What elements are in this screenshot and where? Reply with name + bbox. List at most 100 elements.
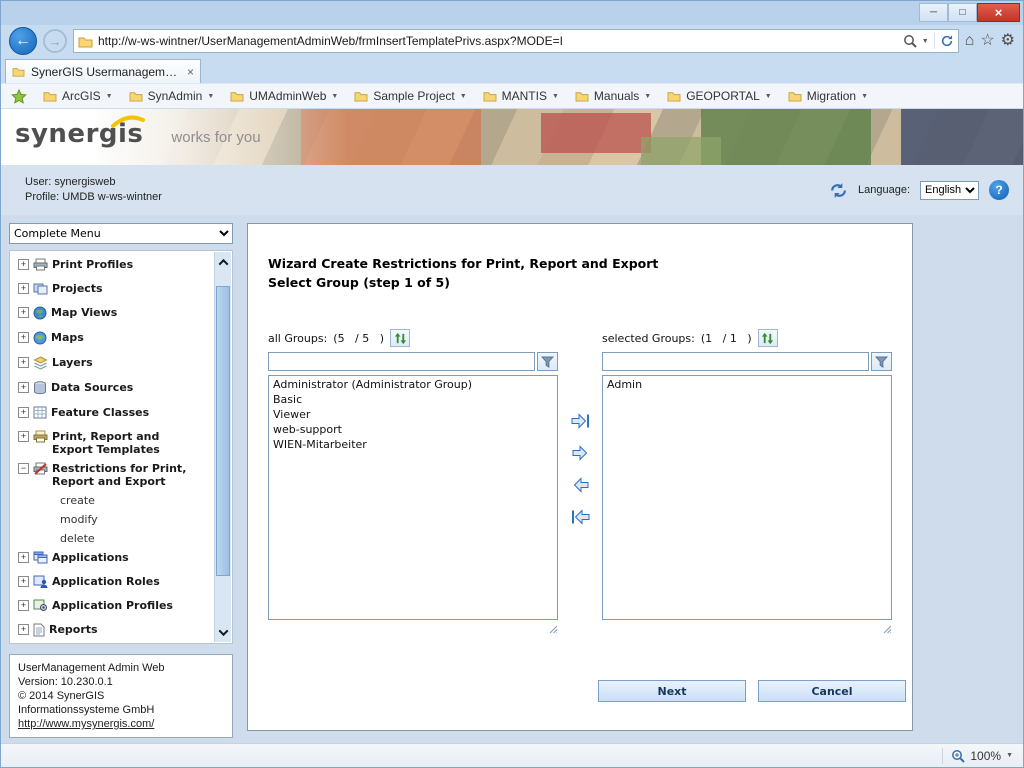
expand-icon[interactable]: + <box>18 576 29 587</box>
expand-icon[interactable]: + <box>18 600 29 611</box>
menu-mode-select[interactable]: Complete Menu <box>9 223 233 244</box>
sidebar-item-create[interactable]: create <box>14 491 210 510</box>
tree-scrollbar[interactable] <box>214 252 231 642</box>
logo-swoosh-icon <box>111 113 145 134</box>
expand-icon[interactable]: + <box>18 552 29 563</box>
scroll-thumb[interactable] <box>216 286 230 576</box>
favorite-migration[interactable]: Migration ▼ <box>788 89 868 103</box>
sidebar-item-reports[interactable]: + Reports <box>14 620 210 644</box>
filter-button[interactable] <box>537 352 558 371</box>
search-icon[interactable] <box>903 34 917 48</box>
add-favorite-icon[interactable] <box>11 89 27 104</box>
sidebar-item-label: create <box>60 494 95 507</box>
resize-handle[interactable] <box>549 621 558 639</box>
favorite-arcgis[interactable]: ArcGIS ▼ <box>43 89 113 103</box>
url-box[interactable]: ▼ <box>73 29 959 53</box>
scroll-track[interactable] <box>215 272 231 622</box>
sidebar-item-print-profiles[interactable]: + Print Profiles <box>14 255 210 279</box>
reload-icon[interactable] <box>829 182 848 199</box>
minimize-button[interactable]: ─ <box>919 3 948 22</box>
zoom-control[interactable]: 100% ▼ <box>951 749 1013 763</box>
expand-icon[interactable]: + <box>18 332 29 343</box>
sidebar-item-application-profiles[interactable]: + Application Profiles <box>14 596 210 620</box>
filter-button[interactable] <box>871 352 892 371</box>
sidebar-item-restrictions-print-report-export[interactable]: − Restrictions for Print, Report and Exp… <box>14 459 210 491</box>
selected-groups-listbox[interactable]: Admin <box>602 375 892 620</box>
move-all-left-button[interactable] <box>568 506 592 527</box>
expand-icon[interactable]: + <box>18 357 29 368</box>
expand-icon[interactable]: + <box>18 407 29 418</box>
next-button[interactable]: Next <box>598 680 746 702</box>
move-right-button[interactable] <box>568 442 592 463</box>
url-dropdown-icon[interactable]: ▼ <box>922 38 929 45</box>
favorite-synadmin[interactable]: SynAdmin ▼ <box>129 89 215 103</box>
all-groups-listbox[interactable]: Administrator (Administrator Group) Basi… <box>268 375 558 620</box>
close-button[interactable]: × <box>977 3 1020 22</box>
sidebar-item-data-sources[interactable]: + Data Sources <box>14 378 210 403</box>
sidebar-item-application-roles[interactable]: + Application Roles <box>14 572 210 596</box>
group-option[interactable]: WIEN-Mitarbeiter <box>270 437 556 452</box>
sidebar-item-modify[interactable]: modify <box>14 510 210 529</box>
refresh-count-button[interactable] <box>758 329 778 347</box>
sidebar-item-label: Restrictions for Print, Report and Expor… <box>52 462 190 488</box>
folder-icon <box>354 90 368 102</box>
resize-handle[interactable] <box>883 621 892 639</box>
favorite-manuals[interactable]: Manuals ▼ <box>575 89 651 103</box>
move-left-button[interactable] <box>568 474 592 495</box>
selected-group-filter-input[interactable] <box>602 352 869 371</box>
maximize-button[interactable]: □ <box>948 3 977 22</box>
sidebar-item-label: modify <box>60 513 98 526</box>
content-area: Complete Menu + Print Profiles + Project… <box>1 215 1023 743</box>
cancel-button[interactable]: Cancel <box>758 680 906 702</box>
forward-button[interactable]: → <box>43 29 67 53</box>
synergis-link[interactable]: http://www.mysynergis.com/ <box>18 718 154 730</box>
group-option[interactable]: web-support <box>270 422 556 437</box>
sidebar-item-delete[interactable]: delete <box>14 529 210 548</box>
scroll-up-icon[interactable] <box>215 252 231 272</box>
group-option[interactable]: Viewer <box>270 407 556 422</box>
settings-gear-icon[interactable]: ⚙ <box>1001 33 1015 49</box>
main-area: Wizard Create Restrictions for Print, Re… <box>239 215 1023 743</box>
sidebar-item-applications[interactable]: + Applications <box>14 548 210 572</box>
sidebar-item-feature-classes[interactable]: + Feature Classes <box>14 403 210 427</box>
sidebar-item-print-report-export-templates[interactable]: + Print, Report and Export Templates <box>14 427 210 459</box>
group-option[interactable]: Administrator (Administrator Group) <box>270 377 556 392</box>
sidebar-item-label: Projects <box>52 282 103 295</box>
refresh-count-button[interactable] <box>390 329 410 347</box>
profile-label: Profile: UMDB w-ws-wintner <box>25 190 162 205</box>
expand-icon[interactable]: + <box>18 624 29 635</box>
url-input[interactable] <box>98 34 898 48</box>
group-option[interactable]: Admin <box>604 377 890 392</box>
favorite-umadminweb[interactable]: UMAdminWeb ▼ <box>230 89 338 103</box>
expand-icon[interactable]: + <box>18 259 29 270</box>
back-button[interactable]: ← <box>9 27 37 55</box>
refresh-icon[interactable] <box>940 34 954 48</box>
sidebar-item-label: Reports <box>49 623 98 636</box>
sidebar-item-map-views[interactable]: + Map Views <box>14 303 210 328</box>
expand-icon[interactable]: + <box>18 307 29 318</box>
move-all-right-button[interactable] <box>568 410 592 431</box>
sidebar-item-projects[interactable]: + Projects <box>14 279 210 303</box>
expand-icon[interactable]: + <box>18 382 29 393</box>
layers-icon <box>33 356 48 375</box>
sidebar-item-layers[interactable]: + Layers <box>14 353 210 378</box>
printer-icon <box>33 258 48 276</box>
sidebar-item-label: Data Sources <box>51 381 133 394</box>
favorite-mantis[interactable]: MANTIS ▼ <box>483 89 559 103</box>
zoom-caret-icon[interactable]: ▼ <box>1006 752 1013 759</box>
group-option[interactable]: Basic <box>270 392 556 407</box>
favorite-geoportal[interactable]: GEOPORTAL ▼ <box>667 89 772 103</box>
favorite-sample-project[interactable]: Sample Project ▼ <box>354 89 466 103</box>
tab-synergis-usermanagement[interactable]: SynerGIS Usermanagement ... × <box>5 59 201 83</box>
help-button[interactable]: ? <box>989 180 1009 200</box>
expand-icon[interactable]: + <box>18 431 29 442</box>
group-filter-input[interactable] <box>268 352 535 371</box>
collapse-icon[interactable]: − <box>18 463 29 474</box>
sidebar-item-maps[interactable]: + Maps <box>14 328 210 353</box>
favorites-star-icon[interactable]: ☆ <box>980 33 994 49</box>
expand-icon[interactable]: + <box>18 283 29 294</box>
language-select[interactable]: English <box>920 181 979 200</box>
home-icon[interactable]: ⌂ <box>965 33 975 49</box>
scroll-down-icon[interactable] <box>215 622 231 642</box>
tab-close-icon[interactable]: × <box>187 65 194 79</box>
